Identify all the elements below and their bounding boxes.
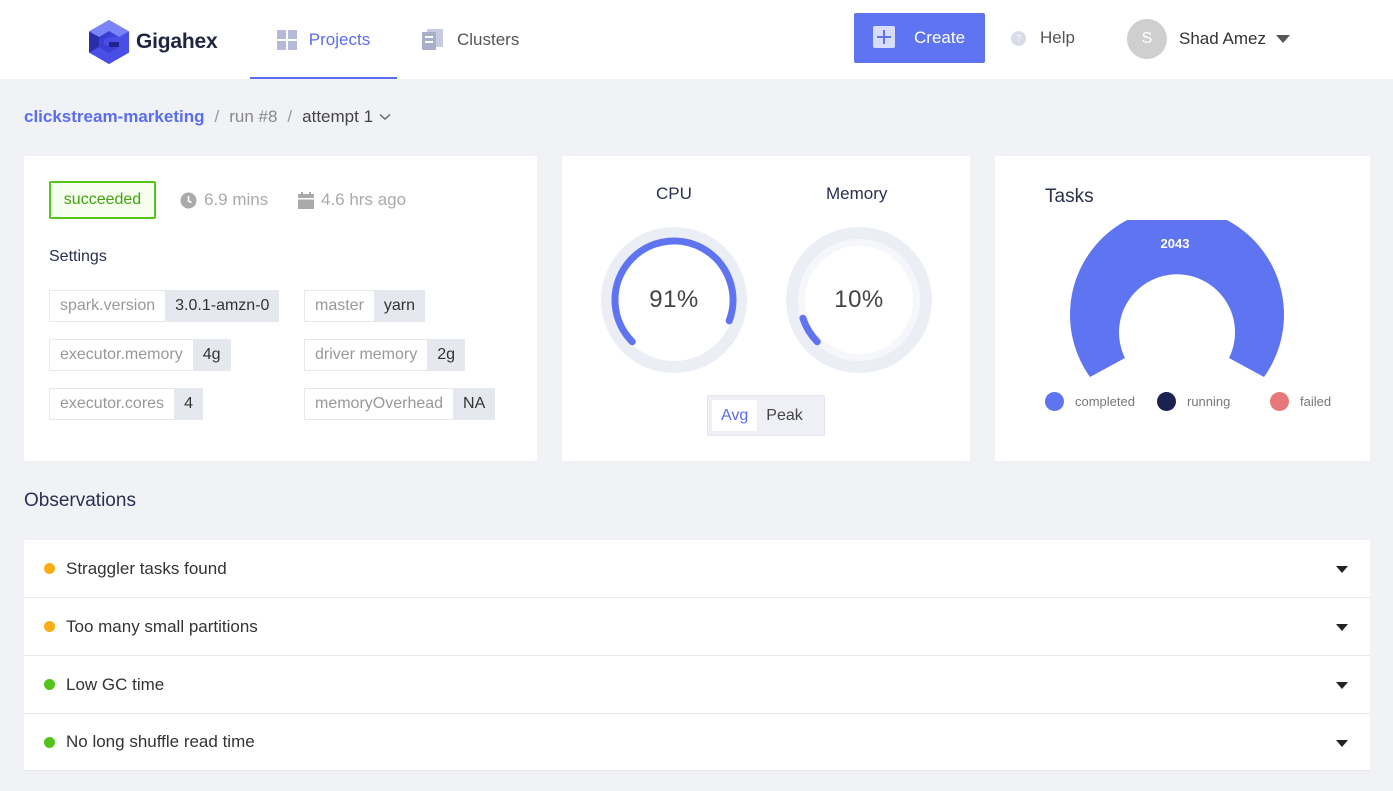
legend-label: failed — [1300, 394, 1332, 409]
help-link[interactable]: ? Help — [1011, 28, 1075, 48]
setting-key: executor.memory — [49, 339, 193, 371]
usage-mode-toggle: Avg Peak — [707, 395, 825, 436]
observation-item[interactable]: No long shuffle read time — [24, 714, 1370, 771]
observation-item[interactable]: Too many small partitions — [24, 598, 1370, 656]
legend-item-running[interactable]: running — [1157, 392, 1230, 411]
observation-label: Low GC time — [66, 674, 165, 694]
setting-key: spark.version — [49, 290, 166, 322]
observation-label: No long shuffle read time — [66, 732, 255, 751]
user-name: Shad Amez — [1179, 29, 1266, 48]
setting-tag: driver memory 2g — [304, 339, 466, 371]
cpu-gauge: 91% — [592, 218, 756, 382]
gigahex-logo-icon — [89, 20, 129, 64]
breadcrumb: clickstream-marketing / run #8 / attempt… — [24, 107, 391, 127]
setting-tag: master yarn — [304, 290, 426, 322]
cpu-gauge-value: 91% — [649, 286, 699, 313]
breadcrumb-separator: / — [214, 107, 220, 126]
cpu-gauge-title: CPU — [656, 184, 692, 203]
caret-down-icon[interactable] — [1336, 740, 1348, 747]
question-icon: ? — [1011, 30, 1026, 46]
legend-dot — [1157, 392, 1176, 411]
attempt-selector[interactable]: attempt 1 — [302, 107, 373, 127]
caret-down-icon — [1275, 35, 1290, 43]
setting-tag: executor.cores 4 — [49, 388, 203, 420]
memory-gauge-title: Memory — [826, 184, 888, 203]
tasks-gauge-chart: 2043 — [1070, 220, 1284, 377]
nav-projects[interactable]: Projects — [250, 0, 397, 79]
observations-title: Observations — [24, 490, 136, 511]
caret-down-icon[interactable] — [1336, 682, 1348, 689]
observations-list: Straggler tasks found Too many small par… — [24, 540, 1370, 771]
grid-icon — [276, 29, 297, 50]
setting-value: NA — [453, 388, 496, 420]
nav-clusters-label: Clusters — [457, 29, 520, 49]
run-started: 4.6 hrs ago — [298, 190, 406, 210]
legend-item-failed[interactable]: failed — [1270, 392, 1331, 411]
setting-key: driver memory — [304, 339, 428, 371]
setting-value: 4 — [174, 388, 203, 420]
memory-gauge-value: 10% — [834, 286, 884, 313]
legend-label: running — [1187, 394, 1231, 409]
user-menu[interactable]: S Shad Amez — [1127, 19, 1290, 59]
run-duration-value: 6.9 mins — [204, 190, 269, 209]
breadcrumb-run[interactable]: run #8 — [229, 107, 277, 127]
nav-projects-label: Projects — [308, 29, 371, 49]
observation-label: Too many small partitions — [66, 616, 258, 636]
run-summary-card: succeeded 6.9 mins 4.6 hrs ago Settings … — [24, 156, 537, 461]
logo[interactable]: Gigahex — [88, 19, 218, 65]
tasks-card: Tasks 2043 completed running failed — [995, 156, 1370, 461]
plus-icon — [873, 26, 895, 48]
caret-down-icon[interactable] — [1336, 566, 1348, 573]
caret-down-icon[interactable] — [1336, 624, 1348, 631]
calendar-icon — [298, 191, 314, 209]
status-dot — [44, 679, 55, 690]
brand-name: Gigahex — [136, 30, 218, 53]
setting-value: 2g — [427, 339, 466, 371]
help-label: Help — [1040, 28, 1075, 47]
legend-dot — [1270, 392, 1289, 411]
settings-title: Settings — [49, 248, 107, 265]
setting-tag: executor.memory 4g — [49, 339, 231, 371]
breadcrumb-separator: / — [287, 107, 293, 126]
observation-item[interactable]: Straggler tasks found — [24, 540, 1370, 598]
breadcrumb-project[interactable]: clickstream-marketing — [24, 107, 204, 127]
tasks-title: Tasks — [1045, 186, 1094, 207]
setting-key: memoryOverhead — [304, 388, 454, 420]
tasks-completed-count: 2043 — [1161, 236, 1190, 251]
setting-key: master — [304, 290, 374, 322]
resource-usage-card: CPU 91% Memory 10% Avg Peak — [562, 156, 970, 461]
top-header: Gigahex Projects Clusters Create ? Help … — [0, 0, 1393, 79]
memory-gauge: 10% — [777, 218, 941, 382]
setting-value: 4g — [192, 339, 231, 371]
status-dot — [44, 563, 55, 574]
setting-tag: spark.version 3.0.1-amzn-0 — [49, 290, 280, 322]
chevron-down-icon[interactable] — [379, 113, 391, 121]
create-button-label: Create — [914, 28, 966, 47]
run-started-value: 4.6 hrs ago — [321, 190, 407, 209]
status-dot — [44, 736, 55, 748]
toggle-avg[interactable]: Avg — [712, 400, 758, 431]
status-dot — [44, 621, 55, 632]
setting-value: 3.0.1-amzn-0 — [165, 290, 280, 322]
observation-item[interactable]: Low GC time — [24, 656, 1370, 714]
run-duration: 6.9 mins — [180, 190, 268, 210]
create-button[interactable]: Create — [854, 13, 985, 63]
observation-label: Straggler tasks found — [66, 558, 227, 578]
avatar: S — [1127, 19, 1167, 59]
setting-key: executor.cores — [49, 388, 175, 420]
setting-tag: memoryOverhead NA — [304, 388, 496, 420]
server-icon — [421, 28, 445, 51]
legend-label: completed — [1075, 394, 1135, 409]
setting-value: yarn — [373, 290, 426, 322]
clock-icon — [180, 192, 197, 209]
status-badge: succeeded — [49, 181, 156, 219]
nav-clusters[interactable]: Clusters — [421, 0, 519, 79]
toggle-peak[interactable]: Peak — [757, 400, 811, 431]
legend-item-completed[interactable]: completed — [1045, 392, 1135, 411]
legend-dot — [1045, 392, 1064, 411]
